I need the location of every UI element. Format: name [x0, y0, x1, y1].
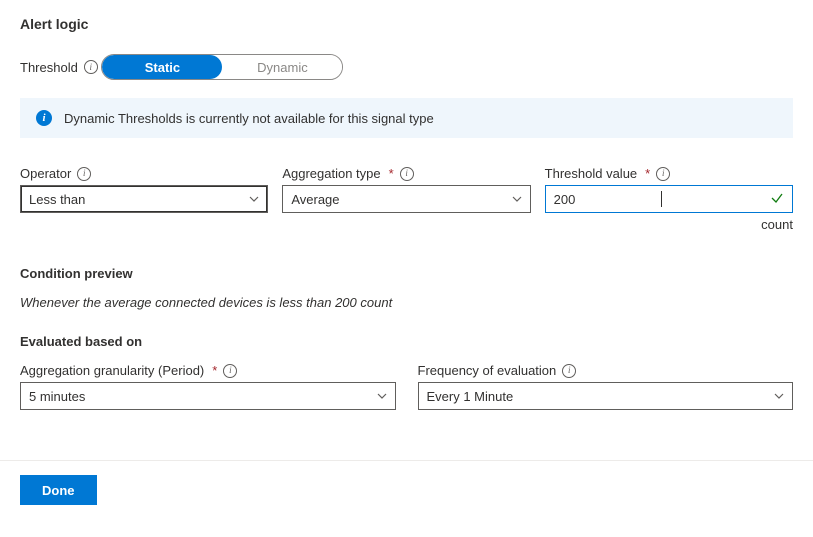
- aggregation-type-dropdown[interactable]: Average: [282, 185, 530, 213]
- threshold-toggle-static[interactable]: Static: [102, 55, 222, 79]
- page-title: Alert logic: [20, 16, 793, 32]
- info-icon[interactable]: i: [400, 167, 414, 181]
- chevron-down-icon: [512, 194, 522, 205]
- aggregation-type-value: Average: [291, 192, 339, 207]
- aggregation-type-label-row: Aggregation type * i: [282, 166, 530, 181]
- threshold-value-text: 200: [554, 192, 662, 207]
- info-icon[interactable]: i: [223, 364, 237, 378]
- aggregation-type-label: Aggregation type: [282, 166, 380, 181]
- frequency-dropdown[interactable]: Every 1 Minute: [418, 382, 794, 410]
- done-button[interactable]: Done: [20, 475, 97, 505]
- granularity-dropdown[interactable]: 5 minutes: [20, 382, 396, 410]
- frequency-label-row: Frequency of evaluation i: [418, 363, 794, 378]
- required-marker: *: [389, 166, 394, 181]
- operator-label-row: Operator i: [20, 166, 268, 181]
- divider: [0, 460, 813, 461]
- threshold-value-unit: count: [545, 217, 793, 232]
- info-icon[interactable]: i: [77, 167, 91, 181]
- frequency-value: Every 1 Minute: [427, 389, 514, 404]
- info-icon: i: [36, 110, 52, 126]
- info-banner: i Dynamic Thresholds is currently not av…: [20, 98, 793, 138]
- info-icon[interactable]: i: [84, 60, 98, 74]
- threshold-label-row: Threshold i: [20, 60, 98, 75]
- granularity-value: 5 minutes: [29, 389, 85, 404]
- threshold-toggle-dynamic[interactable]: Dynamic: [222, 55, 342, 79]
- threshold-value-input[interactable]: 200: [545, 185, 793, 213]
- frequency-label: Frequency of evaluation: [418, 363, 557, 378]
- operator-dropdown[interactable]: Less than: [20, 185, 268, 213]
- condition-preview-title: Condition preview: [20, 266, 793, 281]
- condition-preview-text: Whenever the average connected devices i…: [20, 295, 793, 310]
- operator-label: Operator: [20, 166, 71, 181]
- info-icon[interactable]: i: [656, 167, 670, 181]
- evaluated-title: Evaluated based on: [20, 334, 793, 349]
- threshold-value-label-row: Threshold value * i: [545, 166, 793, 181]
- required-marker: *: [645, 166, 650, 181]
- chevron-down-icon: [377, 391, 387, 402]
- operator-value: Less than: [29, 192, 85, 207]
- granularity-label: Aggregation granularity (Period): [20, 363, 204, 378]
- checkmark-icon: [770, 191, 784, 208]
- chevron-down-icon: [249, 194, 259, 205]
- threshold-value-label: Threshold value: [545, 166, 638, 181]
- info-banner-text: Dynamic Thresholds is currently not avai…: [64, 111, 434, 126]
- info-icon[interactable]: i: [562, 364, 576, 378]
- chevron-down-icon: [774, 391, 784, 402]
- text-caret: [661, 191, 662, 207]
- threshold-toggle[interactable]: Static Dynamic: [101, 54, 343, 80]
- granularity-label-row: Aggregation granularity (Period) * i: [20, 363, 396, 378]
- required-marker: *: [212, 363, 217, 378]
- threshold-label: Threshold: [20, 60, 78, 75]
